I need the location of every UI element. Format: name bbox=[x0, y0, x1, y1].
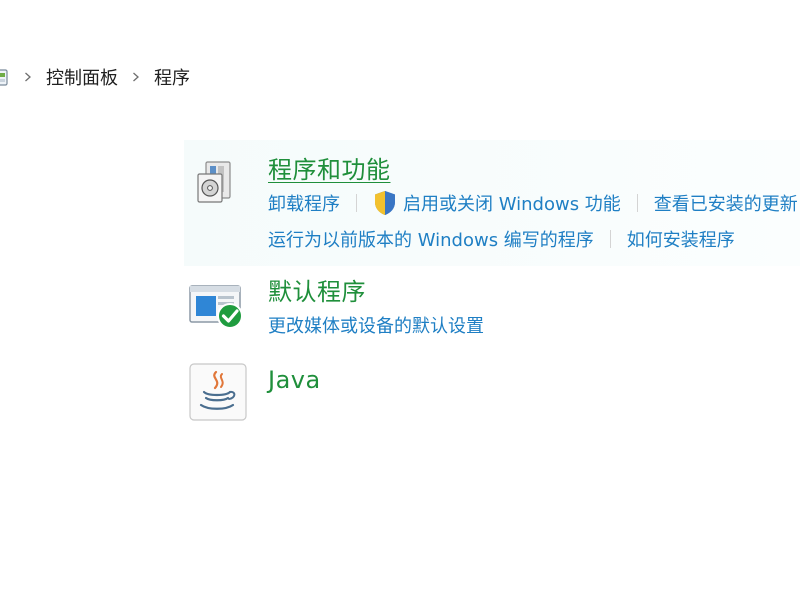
view-installed-updates-link[interactable]: 查看已安装的更新 bbox=[654, 190, 798, 216]
change-default-settings-link[interactable]: 更改媒体或设备的默认设置 bbox=[268, 312, 484, 338]
how-to-install-program-link[interactable]: 如何安装程序 bbox=[627, 226, 735, 252]
programs-and-features-links-row-1: 卸载程序 启用或关闭 Windows 功能 查看已安装的更新 bbox=[268, 190, 798, 216]
programs-and-features-link[interactable]: 程序和功能 bbox=[268, 150, 391, 185]
link-divider bbox=[356, 194, 357, 212]
programs-and-features-group: 程序和功能 卸载程序 启用或关闭 Windows 功能 查看已安装的更新 运行为… bbox=[184, 140, 800, 266]
breadcrumb-item-programs[interactable]: 程序 bbox=[154, 64, 190, 90]
uac-shield-icon bbox=[375, 191, 395, 215]
java-link[interactable]: Java bbox=[268, 366, 321, 394]
toggle-windows-features-link[interactable]: 启用或关闭 Windows 功能 bbox=[403, 190, 621, 216]
default-programs-check-icon[interactable] bbox=[188, 280, 248, 330]
programs-and-features-links-row-2: 运行为以前版本的 Windows 编写的程序 如何安装程序 bbox=[268, 226, 735, 252]
run-legacy-programs-link[interactable]: 运行为以前版本的 Windows 编写的程序 bbox=[268, 226, 594, 252]
uninstall-program-link[interactable]: 卸载程序 bbox=[268, 190, 340, 216]
control-panel-icon[interactable] bbox=[0, 65, 10, 89]
default-programs-group: 默认程序 更改媒体或设备的默认设置 bbox=[184, 268, 800, 350]
breadcrumb-item-control-panel[interactable]: 控制面板 bbox=[46, 64, 118, 90]
default-programs-link[interactable]: 默认程序 bbox=[268, 272, 366, 307]
breadcrumb: 控制面板 程序 bbox=[0, 62, 190, 92]
java-cup-icon[interactable] bbox=[188, 362, 248, 422]
chevron-right-icon bbox=[133, 72, 139, 82]
link-divider bbox=[609, 230, 611, 248]
programs-box-icon[interactable] bbox=[192, 156, 240, 208]
java-group: Java bbox=[184, 356, 800, 426]
chevron-right-icon bbox=[25, 72, 31, 82]
link-divider bbox=[636, 194, 638, 212]
default-programs-links-row: 更改媒体或设备的默认设置 bbox=[268, 312, 484, 338]
